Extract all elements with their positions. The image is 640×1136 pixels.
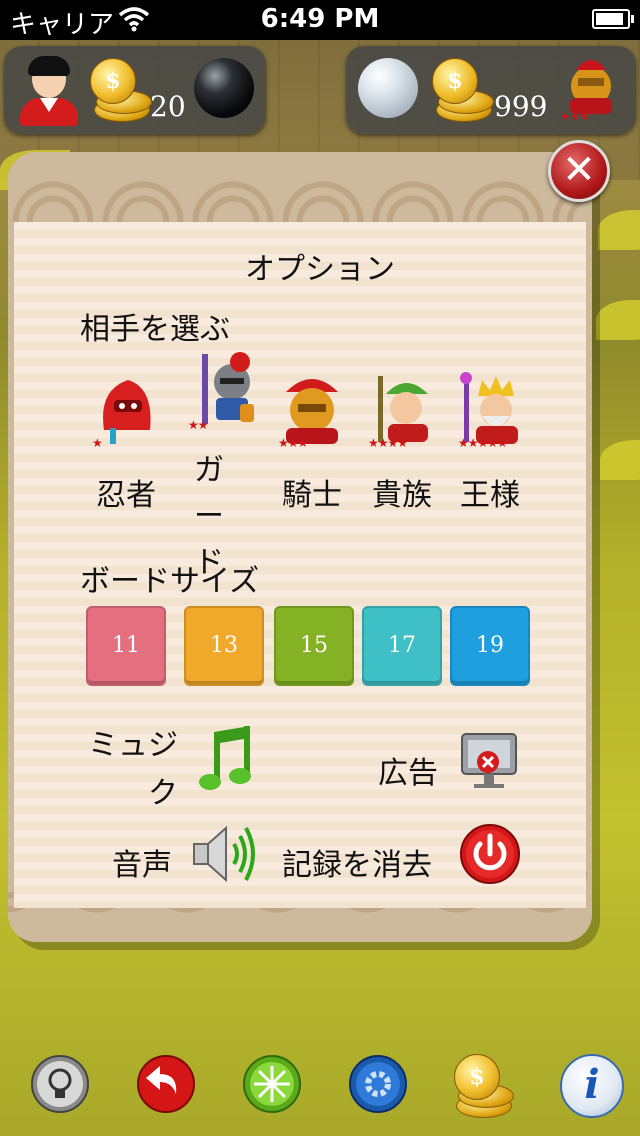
close-button[interactable]: ✕ [548,140,610,202]
opponent-guard[interactable]: ★★ [184,352,264,442]
info-button[interactable]: i [560,1054,624,1118]
board-size-19-button[interactable]: 19 [450,606,530,686]
power-button-icon[interactable] [458,822,522,886]
ads-label: 広告 [378,756,438,791]
panel-border-top [8,152,592,222]
opponent-knight[interactable]: ★★★ [272,370,352,460]
opponent-label-knight: 騎士 [282,478,342,513]
svg-text:★★★: ★★★ [560,110,590,122]
music-label: ミュジク [88,728,178,811]
sound-label: 音声 [112,848,172,883]
battery-level [596,13,623,25]
guard-stars: ★★ [188,418,209,432]
opponent-coin-count: 999 [494,90,548,123]
new-game-burst-button[interactable] [242,1054,302,1114]
black-stone-icon [194,58,254,118]
coin-stack-icon: $ [88,58,152,122]
undo-button[interactable] [136,1054,196,1114]
player-hud: $ 20 [4,46,266,134]
opponent-label-king: 王様 [460,478,520,513]
erase-records-label: 記録を消去 [282,848,432,883]
opponent-label-ninja: 忍者 [96,478,156,513]
board-size-11-button[interactable]: 11 [86,606,166,686]
board-size-label: ボードサイズ [80,564,260,599]
coin-icon: $ [454,1054,500,1100]
opponent-ninja[interactable]: ★ [88,370,168,460]
options-title: オプション [245,252,395,287]
status-bar: キャリア 6:49 PM [0,0,640,40]
speaker-icon[interactable] [190,822,260,886]
opponent-label-noble: 貴族 [372,478,432,513]
opponent-king[interactable]: ★★★★★ [454,370,534,460]
ads-toggle-icon[interactable] [456,726,522,792]
choose-opponent-label: 相手を選ぶ [80,312,230,347]
board-size-17-button[interactable]: 17 [362,606,442,686]
player-avatar [16,56,80,126]
coin-stack-icon: $ [430,58,494,122]
knight-stars: ★★★ [278,436,308,450]
battery-icon [592,9,634,29]
ninja-stars: ★ [92,436,103,450]
player-coin-count: 20 [150,90,186,123]
status-time: 6:49 PM [260,4,380,34]
music-note-icon[interactable] [196,724,260,794]
knight-opponent-icon: ★★★ [560,60,612,122]
noble-stars: ★★★★ [368,436,408,450]
king-stars: ★★★★★ [458,436,508,450]
coin-shop-button[interactable]: $ [452,1054,514,1118]
board-size-15-button[interactable]: 15 [274,606,354,686]
hint-lightbulb-button[interactable] [30,1054,90,1114]
opponent-noble[interactable]: ★★★★ [364,370,444,460]
board-size-13-button[interactable]: 13 [184,606,264,686]
settings-gear-button[interactable] [348,1054,408,1114]
white-stone-icon [358,58,418,118]
